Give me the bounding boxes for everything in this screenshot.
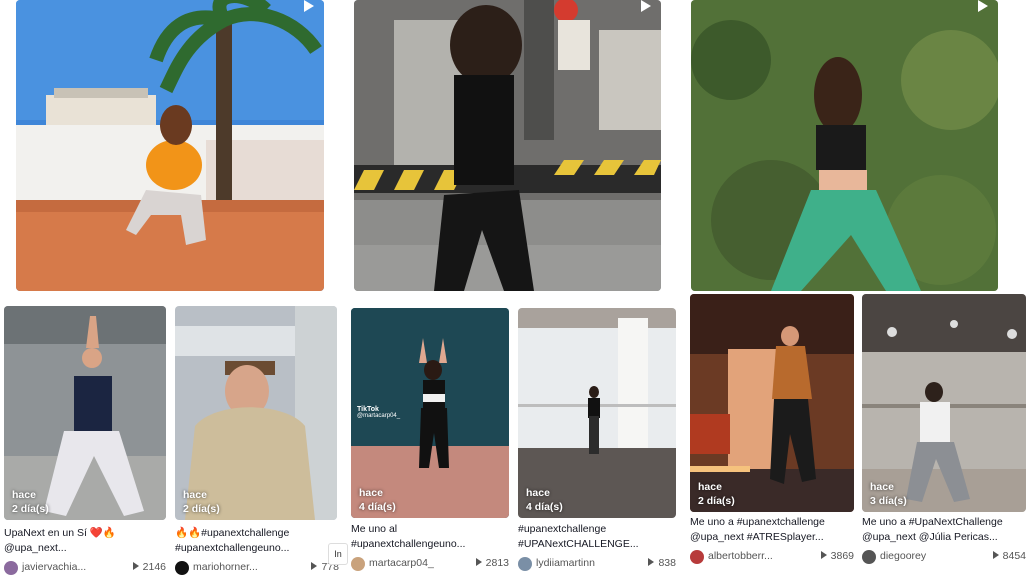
avatar[interactable] [351,557,365,571]
video-thumbnail[interactable]: hace 2 día(s) [4,306,166,520]
video-thumbnail[interactable]: hace 4 día(s) [518,308,676,518]
time-badge: hace 3 día(s) [870,481,907,507]
video-caption[interactable]: @upa_next #ATRESplayer... [690,530,854,545]
view-count: 2813 [475,557,509,569]
time-badge: hace 2 día(s) [698,481,735,507]
view-count: 838 [648,557,676,569]
watermark: TikTok @martacarp04_ [357,406,401,419]
view-count: 8454 [992,550,1026,562]
avatar[interactable] [4,561,18,575]
video-caption[interactable]: UpaNext en un Sí ❤️🔥 [4,526,166,541]
video-still [16,0,324,291]
video-thumbnail[interactable] [16,0,324,291]
video-caption[interactable]: #UPANextCHALLENGE... [518,537,676,552]
play-count-icon [820,551,827,559]
time-badge: hace 4 día(s) [526,487,563,513]
avatar[interactable] [175,561,189,575]
time-badge: hace 2 día(s) [183,489,220,515]
video-meta: albertobberr... 3869 [690,549,854,565]
video-meta: javiervachia... 2146 [4,560,166,576]
video-thumbnail[interactable]: hace 3 día(s) [862,294,1026,512]
username-link[interactable]: lydiiamartinn [536,557,595,569]
play-icon [978,0,988,12]
username-link[interactable]: diegoorey [880,550,926,562]
video-meta: martacarp04_ 2813 [351,556,509,572]
video-caption[interactable]: @upa_next... [4,541,166,556]
video-meta: mariohorner... 778 [175,560,339,576]
time-badge: hace 2 día(s) [12,489,49,515]
view-count: 3869 [820,550,854,562]
video-still [354,0,661,291]
video-thumbnail[interactable] [691,0,998,291]
video-caption[interactable]: #upanextchallenge [518,522,676,537]
play-count-icon [132,562,139,570]
video-caption[interactable]: Me uno a #upanextchallenge [690,515,854,530]
video-caption[interactable]: #upanextchallengeuno... [175,541,325,556]
play-icon [304,0,314,12]
video-still [691,0,998,291]
username-link[interactable]: martacarp04_ [369,557,434,569]
play-count-icon [992,551,999,559]
play-icon [641,0,651,12]
username-link[interactable]: javiervachia... [22,561,86,573]
video-meta: diegoorey 8454 [862,549,1026,565]
avatar[interactable] [690,550,704,564]
video-caption[interactable]: Me uno a #UpaNextChallenge [862,515,1026,530]
video-meta: lydiiamartinn 838 [518,556,676,572]
avatar[interactable] [518,557,532,571]
avatar[interactable] [862,550,876,564]
video-caption[interactable]: #upanextchallengeuno... [351,537,509,552]
video-caption[interactable]: Me uno al [351,522,509,537]
username-link[interactable]: mariohorner... [193,561,258,573]
video-thumbnail[interactable]: hace 2 día(s) [175,306,337,520]
video-thumbnail[interactable]: hace 2 día(s) [690,294,854,512]
video-thumbnail[interactable] [354,0,661,291]
video-thumbnail[interactable]: TikTok @martacarp04_ hace 4 día(s) [351,308,509,518]
play-count-icon [475,558,482,566]
more-button[interactable]: In [328,543,348,565]
video-caption[interactable]: 🔥🔥#upanextchallenge [175,526,325,541]
play-count-icon [648,558,655,566]
username-link[interactable]: albertobberr... [708,550,773,562]
view-count: 2146 [132,561,166,573]
play-count-icon [311,562,318,570]
video-caption[interactable]: @upa_next @Júlia Pericas... [862,530,1026,545]
time-badge: hace 4 día(s) [359,487,396,513]
